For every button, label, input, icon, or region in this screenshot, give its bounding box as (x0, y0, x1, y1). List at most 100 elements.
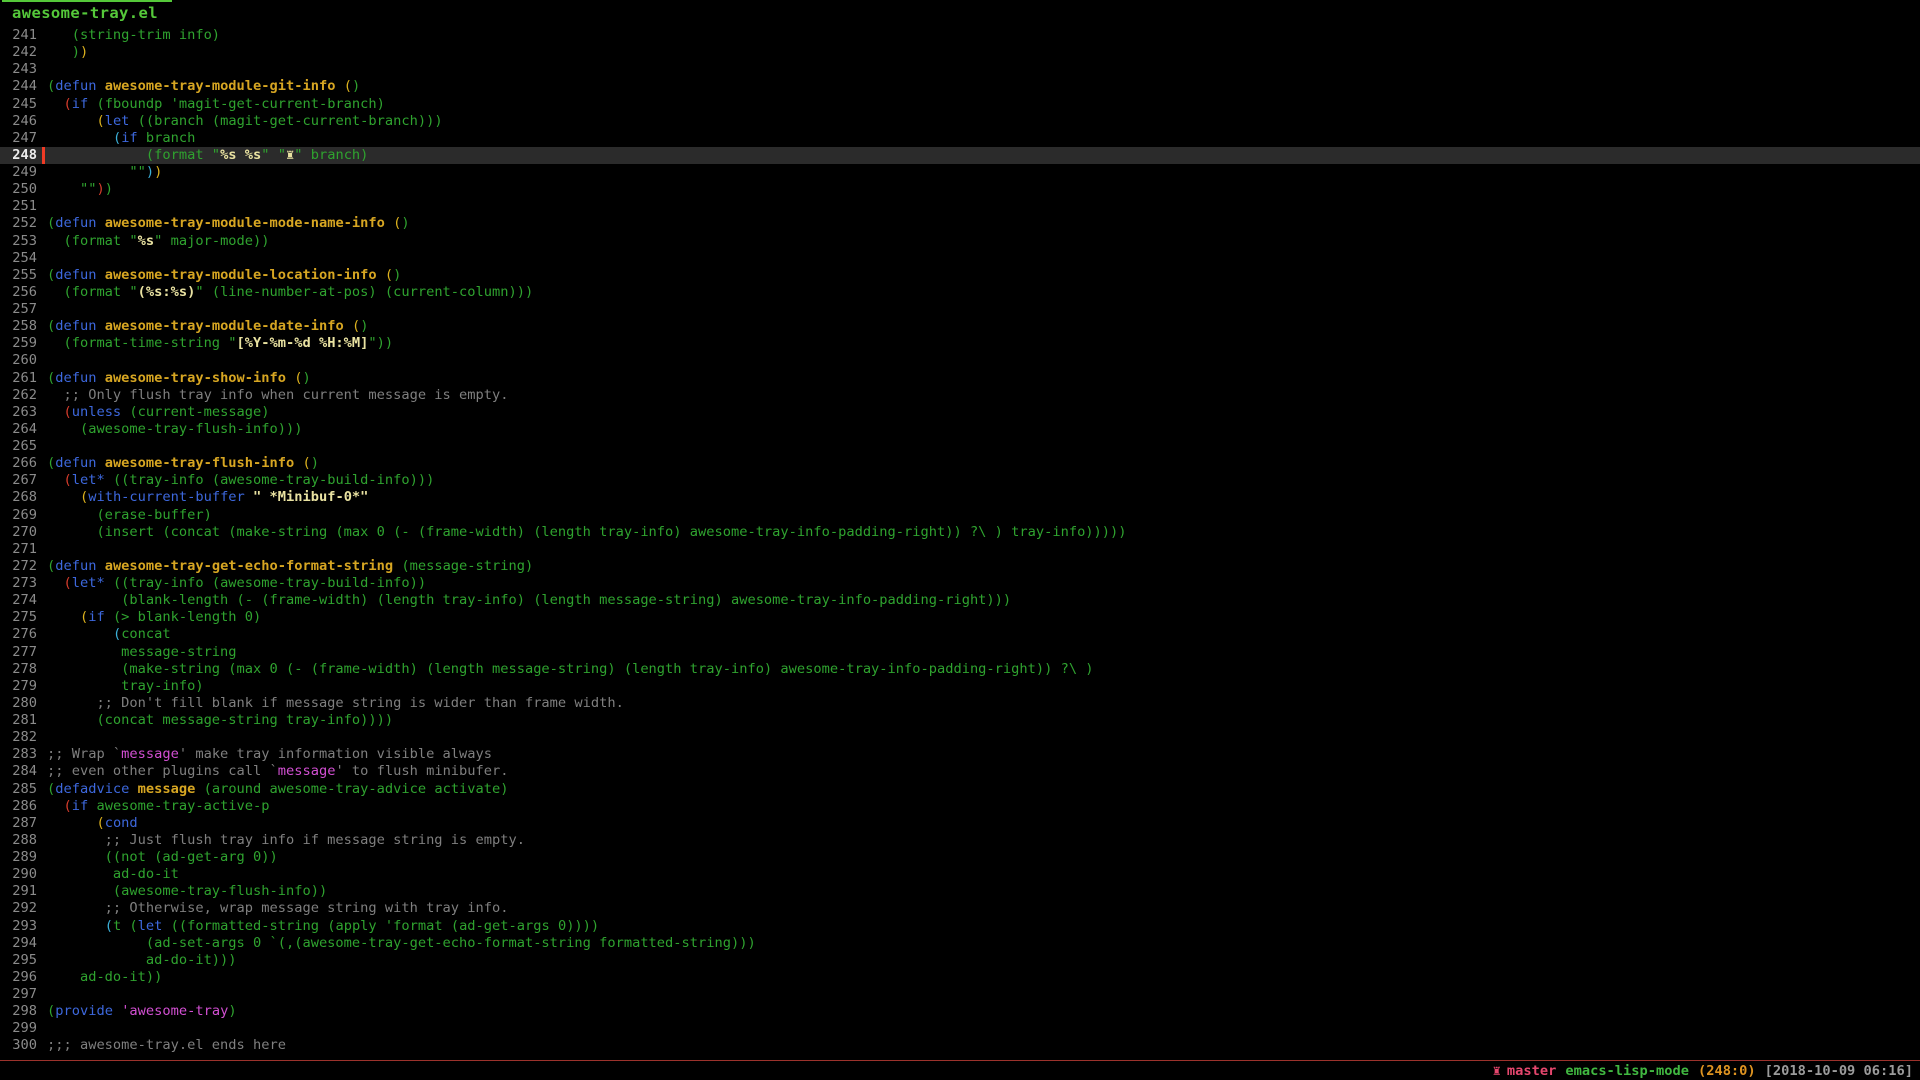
code-line[interactable]: 274 (blank-length (- (frame-width) (leng… (0, 592, 1920, 609)
line-number: 244 (0, 78, 37, 95)
code-line-current[interactable]: 248 (format "%s %s" "♜" branch) (0, 147, 1920, 164)
line-number: 297 (0, 986, 37, 1003)
line-number: 247 (0, 130, 37, 147)
code-line[interactable]: 255(defun awesome-tray-module-location-i… (0, 267, 1920, 284)
code-line[interactable]: 282 (0, 729, 1920, 746)
line-content: (if branch (47, 130, 195, 147)
line-number: 269 (0, 507, 37, 524)
code-line[interactable]: 283;; Wrap `message' make tray informati… (0, 746, 1920, 763)
code-line[interactable]: 279 tray-info) (0, 678, 1920, 695)
line-content: ad-do-it))) (47, 952, 237, 969)
code-line[interactable]: 295 ad-do-it))) (0, 952, 1920, 969)
code-line[interactable]: 245 (if (fboundp 'magit-get-current-bran… (0, 96, 1920, 113)
editor-buffer[interactable]: 241 (string-trim info)242 ))243244(defun… (0, 27, 1920, 1055)
code-line[interactable]: 267 (let* ((tray-info (awesome-tray-buil… (0, 472, 1920, 489)
line-number: 277 (0, 644, 37, 661)
code-line[interactable]: 270 (insert (concat (make-string (max 0 … (0, 524, 1920, 541)
code-line[interactable]: 278 (make-string (max 0 (- (frame-width)… (0, 661, 1920, 678)
code-line[interactable]: 263 (unless (current-message) (0, 404, 1920, 421)
code-line[interactable]: 275 (if (> blank-length 0) (0, 609, 1920, 626)
code-line[interactable]: 277 message-string (0, 644, 1920, 661)
code-line[interactable]: 259 (format-time-string "[%Y-%m-%d %H:%M… (0, 335, 1920, 352)
code-line[interactable]: 249 "")) (0, 164, 1920, 181)
code-line[interactable]: 265 (0, 438, 1920, 455)
emacs-frame: awesome-tray.el 241 (string-trim info)24… (0, 0, 1920, 1080)
line-content: ;; even other plugins call `message' to … (47, 763, 509, 780)
line-content: (defadvice message (around awesome-tray-… (47, 781, 509, 798)
line-number: 261 (0, 370, 37, 387)
code-line[interactable]: 264 (awesome-tray-flush-info))) (0, 421, 1920, 438)
code-line[interactable]: 296 ad-do-it)) (0, 969, 1920, 986)
line-number: 273 (0, 575, 37, 592)
code-line[interactable]: 266(defun awesome-tray-flush-info () (0, 455, 1920, 472)
code-line[interactable]: 242 )) (0, 44, 1920, 61)
line-number: 258 (0, 318, 37, 335)
line-content: (concat message-string tray-info)))) (47, 712, 393, 729)
code-line[interactable]: 281 (concat message-string tray-info)))) (0, 712, 1920, 729)
line-content: (awesome-tray-flush-info))) (47, 421, 302, 438)
code-line[interactable]: 292 ;; Otherwise, wrap message string wi… (0, 900, 1920, 917)
code-line[interactable]: 251 (0, 198, 1920, 215)
code-line[interactable]: 289 ((not (ad-get-arg 0)) (0, 849, 1920, 866)
code-line[interactable]: 293 (t (let ((formatted-string (apply 'f… (0, 918, 1920, 935)
line-content: ;; Just flush tray info if message strin… (47, 832, 525, 849)
line-number: 241 (0, 27, 37, 44)
code-line[interactable]: 294 (ad-set-args 0 `(,(awesome-tray-get-… (0, 935, 1920, 952)
code-line[interactable]: 262 ;; Only flush tray info when current… (0, 387, 1920, 404)
line-number: 274 (0, 592, 37, 609)
line-number: 246 (0, 113, 37, 130)
code-line[interactable]: 269 (erase-buffer) (0, 507, 1920, 524)
code-line[interactable]: 261(defun awesome-tray-show-info () (0, 370, 1920, 387)
line-number: 248 (0, 147, 37, 164)
line-content: message-string (47, 644, 237, 661)
line-content: (with-current-buffer " *Minibuf-0*" (47, 489, 368, 506)
code-line[interactable]: 250 "")) (0, 181, 1920, 198)
code-line[interactable]: 257 (0, 301, 1920, 318)
code-line[interactable]: 273 (let* ((tray-info (awesome-tray-buil… (0, 575, 1920, 592)
code-line[interactable]: 290 ad-do-it (0, 866, 1920, 883)
code-line[interactable]: 260 (0, 352, 1920, 369)
code-line[interactable]: 284;; even other plugins call `message' … (0, 763, 1920, 780)
line-content: (defun awesome-tray-module-date-info () (47, 318, 368, 335)
code-line[interactable]: 258 (defun awesome-tray-module-date-info … (0, 318, 1920, 335)
code-line[interactable]: 272(defun awesome-tray-get-echo-format-s… (0, 558, 1920, 575)
code-line[interactable]: 299 (0, 1020, 1920, 1037)
code-line[interactable]: 271 (0, 541, 1920, 558)
code-line[interactable]: 243 (0, 61, 1920, 78)
code-line[interactable]: 256 (format "(%s:%s)" (line-number-at-po… (0, 284, 1920, 301)
code-line[interactable]: 268 (with-current-buffer " *Minibuf-0*" (0, 489, 1920, 506)
code-line[interactable]: 276 (concat (0, 626, 1920, 643)
code-line[interactable]: 280 ;; Don't fill blank if message strin… (0, 695, 1920, 712)
line-number: 251 (0, 198, 37, 215)
code-line[interactable]: 285(defadvice message (around awesome-tr… (0, 781, 1920, 798)
line-content: (blank-length (- (frame-width) (length t… (47, 592, 1011, 609)
code-line[interactable]: 286 (if awesome-tray-active-p (0, 798, 1920, 815)
line-number: 263 (0, 404, 37, 421)
line-number: 290 (0, 866, 37, 883)
line-content: (erase-buffer) (47, 507, 212, 524)
code-line[interactable]: 287 (cond (0, 815, 1920, 832)
code-line[interactable]: 246 (let ((branch (magit-get-current-bra… (0, 113, 1920, 130)
buffer-tab[interactable]: awesome-tray.el (12, 4, 158, 22)
line-number: 281 (0, 712, 37, 729)
line-content: (let* ((tray-info (awesome-tray-build-in… (47, 575, 426, 592)
code-line[interactable]: 300;;; awesome-tray.el ends here (0, 1037, 1920, 1054)
line-number: 255 (0, 267, 37, 284)
code-line[interactable]: 244(defun awesome-tray-module-git-info (… (0, 78, 1920, 95)
code-line[interactable]: 241 (string-trim info) (0, 27, 1920, 44)
line-number: 298 (0, 1003, 37, 1020)
code-line[interactable]: 254 (0, 250, 1920, 267)
code-line[interactable]: 291 (awesome-tray-flush-info)) (0, 883, 1920, 900)
line-number: 287 (0, 815, 37, 832)
code-line[interactable]: 298(provide 'awesome-tray) (0, 1003, 1920, 1020)
line-number: 278 (0, 661, 37, 678)
line-content: tray-info) (47, 678, 204, 695)
line-content: (string-trim info) (47, 27, 220, 44)
code-line[interactable]: 253 (format "%s" major-mode)) (0, 233, 1920, 250)
line-content: ((not (ad-get-arg 0)) (47, 849, 278, 866)
line-content: ;; Don't fill blank if message string is… (47, 695, 624, 712)
code-line[interactable]: 297 (0, 986, 1920, 1003)
code-line[interactable]: 288 ;; Just flush tray info if message s… (0, 832, 1920, 849)
code-line[interactable]: 247 (if branch (0, 130, 1920, 147)
code-line[interactable]: 252(defun awesome-tray-module-mode-name-… (0, 215, 1920, 232)
